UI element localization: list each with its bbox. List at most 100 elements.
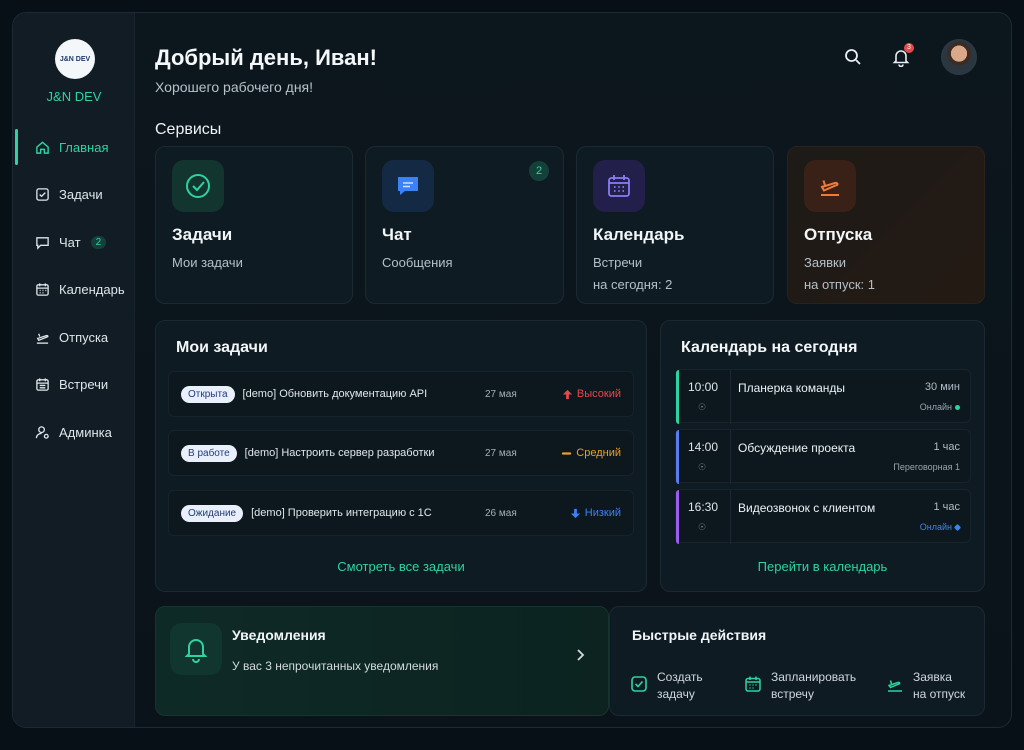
task-priority: Низкий [570,507,621,519]
quick-action-line: Заявка [913,670,952,684]
notifications-card[interactable]: Уведомления У вас 3 непрочитанных уведом… [155,606,609,716]
services-heading: Сервисы [155,121,222,138]
arrow-up-icon [562,389,572,399]
brand-name: J&N DEV [46,89,102,104]
task-priority: Средний [561,447,621,459]
quick-action-line: Запланировать [771,670,857,684]
calendar-icon [745,676,761,692]
task-priority: Высокий [562,388,621,400]
sidebar-item-label: Админка [59,424,112,440]
task-row[interactable]: Открыта [demo] Обновить документацию API… [168,371,634,417]
arrow-down-icon [570,508,580,518]
task-status-badge: Ожидание [181,504,244,522]
service-subtitle-line: на отпуск: 1 [804,277,875,292]
task-title: [demo] Настроить сервер разработки [244,447,435,459]
task-title: [demo] Проверить интеграцию с 1С [251,507,432,519]
service-icon-tile [382,160,434,212]
event-title: Планерка команды [738,381,846,395]
service-icon-tile [593,160,645,212]
calendar-event[interactable]: 14:00 ☉ Обсуждение проекта 1 час Перегов… [675,429,971,484]
task-row[interactable]: Ожидание [demo] Проверить интеграцию с 1… [168,490,634,536]
quick-actions-title: Быстрые действия [632,627,767,643]
chevron-right-icon[interactable] [572,647,588,663]
event-time: 14:00 [687,440,719,454]
task-priority-label: Низкий [584,507,621,519]
task-title: [demo] Обновить документацию API [242,388,428,400]
home-icon [36,140,49,154]
go-to-calendar-link[interactable]: Перейти в календарь [661,559,984,574]
sidebar-item-vacation[interactable]: Отпуска [13,319,135,355]
quick-action-line: встречу [771,687,814,701]
service-subtitle-line: на сегодня: 2 [593,277,673,292]
service-card-chat[interactable]: 2 Чат Сообщения [365,146,564,304]
user-avatar[interactable] [941,39,977,75]
calendar-panel-title: Календарь на сегодня [681,339,858,356]
task-priority-label: Средний [576,447,621,459]
sidebar-item-chat[interactable]: Чат 2 [13,224,135,260]
service-icon-tile [172,160,224,212]
event-color-bar [676,490,679,544]
service-subtitle: Заявки на отпуск: 1 [804,252,875,296]
event-divider [730,430,731,484]
sidebar-item-label: Календарь [59,282,125,297]
chat-bubble-icon [398,177,418,195]
quick-action-vacation-request[interactable]: Заявка на отпуск [886,669,977,703]
calendar-event[interactable]: 10:00 ☉ Планерка команды 30 мин Онлайн [675,369,971,424]
event-title: Обсуждение проекта [738,441,856,455]
sidebar-item-admin[interactable]: Админка [13,414,135,450]
event-color-bar [676,430,679,484]
sidebar-item-meetings[interactable]: Встречи [13,367,135,403]
notification-icon-tile [170,623,222,675]
view-all-tasks-link[interactable]: Смотреть все задачи [156,559,646,574]
notification-count-badge: 3 [904,43,914,53]
service-subtitle-line: Заявки [804,255,846,270]
quick-action-create-task[interactable]: Создать задачу [630,669,753,703]
event-type-icon: ☉ [698,522,707,532]
service-card-vacation[interactable]: Отпуска Заявки на отпуск: 1 [787,146,985,304]
calendar-icon [608,175,630,197]
quick-action-schedule-meeting[interactable]: Запланировать встречу [744,669,867,703]
calendar-panel: Календарь на сегодня 10:00 ☉ Планерка ко… [660,320,985,592]
tasks-panel: Мои задачи Открыта [demo] Обновить докум… [155,320,647,592]
plane-icon [36,333,49,344]
dash-icon [562,451,572,455]
sidebar-item-home[interactable]: Главная [13,129,135,165]
calendar-icon [36,283,49,296]
page-title: Добрый день, Иван! [155,45,377,70]
chat-unread-badge: 2 [529,161,549,181]
service-card-tasks[interactable]: Задачи Мои задачи [155,146,353,304]
task-status-badge: В работе [181,444,237,462]
service-subtitle: Мои задачи [172,255,243,270]
chat-icon [36,236,49,250]
service-subtitle: Сообщения [382,255,453,270]
sidebar-item-tasks[interactable]: Задачи [13,177,135,213]
quick-action-label: Заявка на отпуск [913,669,977,703]
service-subtitle-line: Встречи [593,255,643,270]
search-icon[interactable] [843,47,863,67]
service-title: Задачи [172,225,233,244]
service-title: Чат [382,225,412,244]
service-subtitle: Встречи на сегодня: 2 [593,252,672,296]
event-duration: 1 час [933,441,960,453]
task-date: 26 мая [485,507,517,519]
check-square-icon [631,676,647,692]
task-row[interactable]: В работе [demo] Настроить сервер разрабо… [168,430,634,476]
event-location: Онлайн [920,402,960,412]
quick-action-label: Запланировать встречу [771,669,867,703]
event-type-icon: ☉ [698,402,707,412]
sidebar-item-label: Встречи [59,377,109,392]
calendar-event[interactable]: 16:30 ☉ Видеозвонок с клиентом 1 час Онл… [675,489,971,544]
event-divider [730,370,731,424]
sidebar-item-label: Задачи [59,187,103,202]
bell-icon [184,639,208,663]
quick-actions-card: Быстрые действия Создать задачу Запланир… [609,606,985,716]
sidebar-item-calendar[interactable]: Календарь [13,272,135,308]
quick-action-line: Создать [657,670,703,684]
quick-action-label: Создать задачу [657,669,753,703]
brand-logo[interactable]: J&N DEV [55,39,95,79]
tasks-panel-title: Мои задачи [176,339,268,356]
admin-user-icon [35,425,49,439]
service-card-calendar[interactable]: Календарь Встречи на сегодня: 2 [576,146,774,304]
event-divider [730,490,731,544]
event-title: Видеозвонок с клиентом [738,501,876,515]
